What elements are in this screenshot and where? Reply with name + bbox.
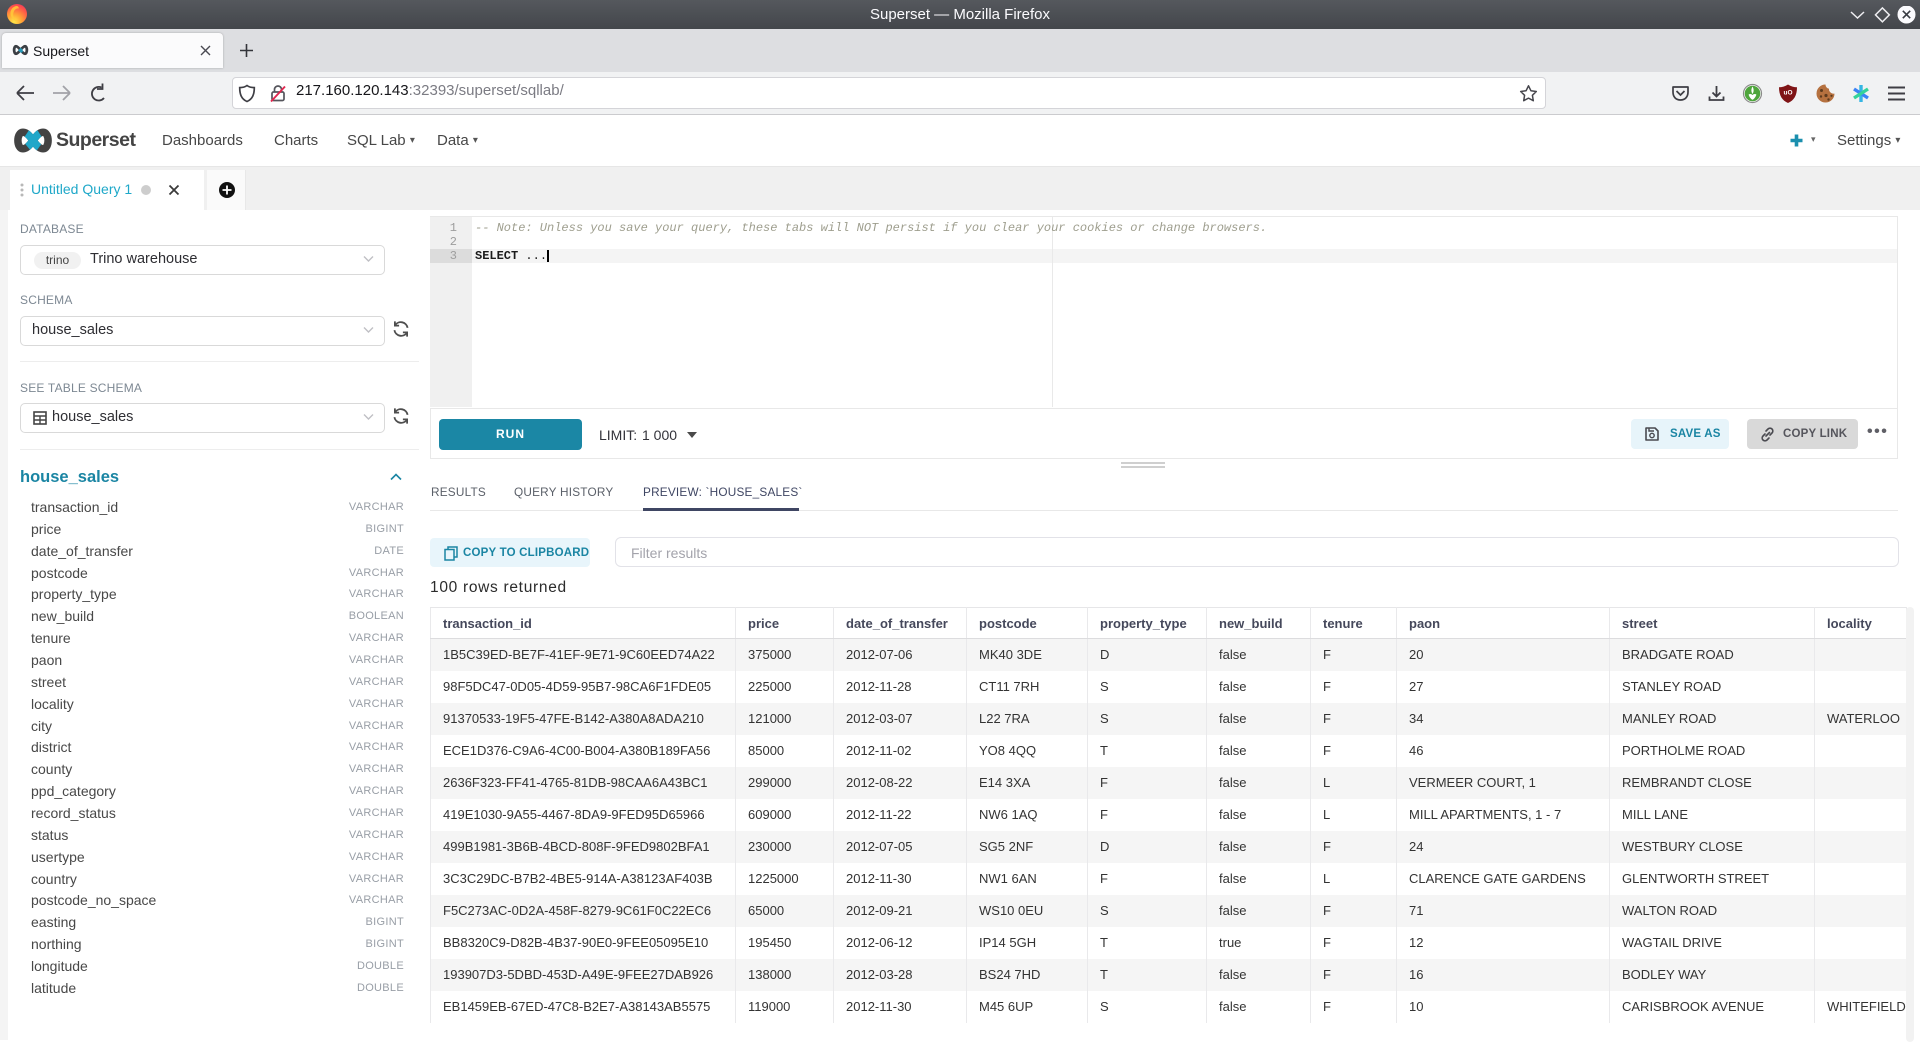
- svg-text:uO: uO: [1783, 90, 1792, 97]
